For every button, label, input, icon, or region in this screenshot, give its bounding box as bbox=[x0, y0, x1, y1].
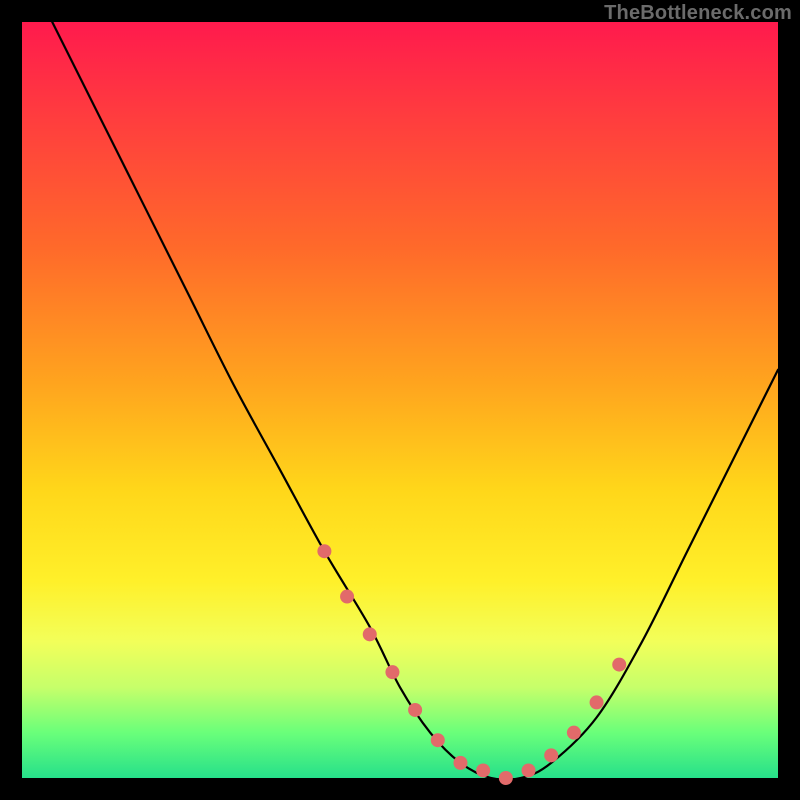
curve-layer bbox=[22, 22, 778, 778]
highlight-dot bbox=[544, 748, 558, 762]
highlight-dot bbox=[476, 763, 490, 777]
plot-area bbox=[22, 22, 778, 778]
highlight-dot bbox=[363, 627, 377, 641]
highlight-dot bbox=[317, 544, 331, 558]
highlight-dot bbox=[590, 695, 604, 709]
watermark-text: TheBottleneck.com bbox=[604, 2, 792, 25]
bottleneck-curve bbox=[52, 22, 778, 780]
chart-frame: TheBottleneck.com bbox=[0, 0, 800, 800]
highlight-dot bbox=[567, 726, 581, 740]
highlight-dot bbox=[385, 665, 399, 679]
highlight-dot bbox=[431, 733, 445, 747]
highlight-dot bbox=[522, 763, 536, 777]
highlight-dot bbox=[499, 771, 513, 785]
highlight-dots bbox=[317, 544, 626, 785]
highlight-dot bbox=[340, 590, 354, 604]
highlight-dot bbox=[612, 658, 626, 672]
highlight-dot bbox=[453, 756, 467, 770]
highlight-dot bbox=[408, 703, 422, 717]
